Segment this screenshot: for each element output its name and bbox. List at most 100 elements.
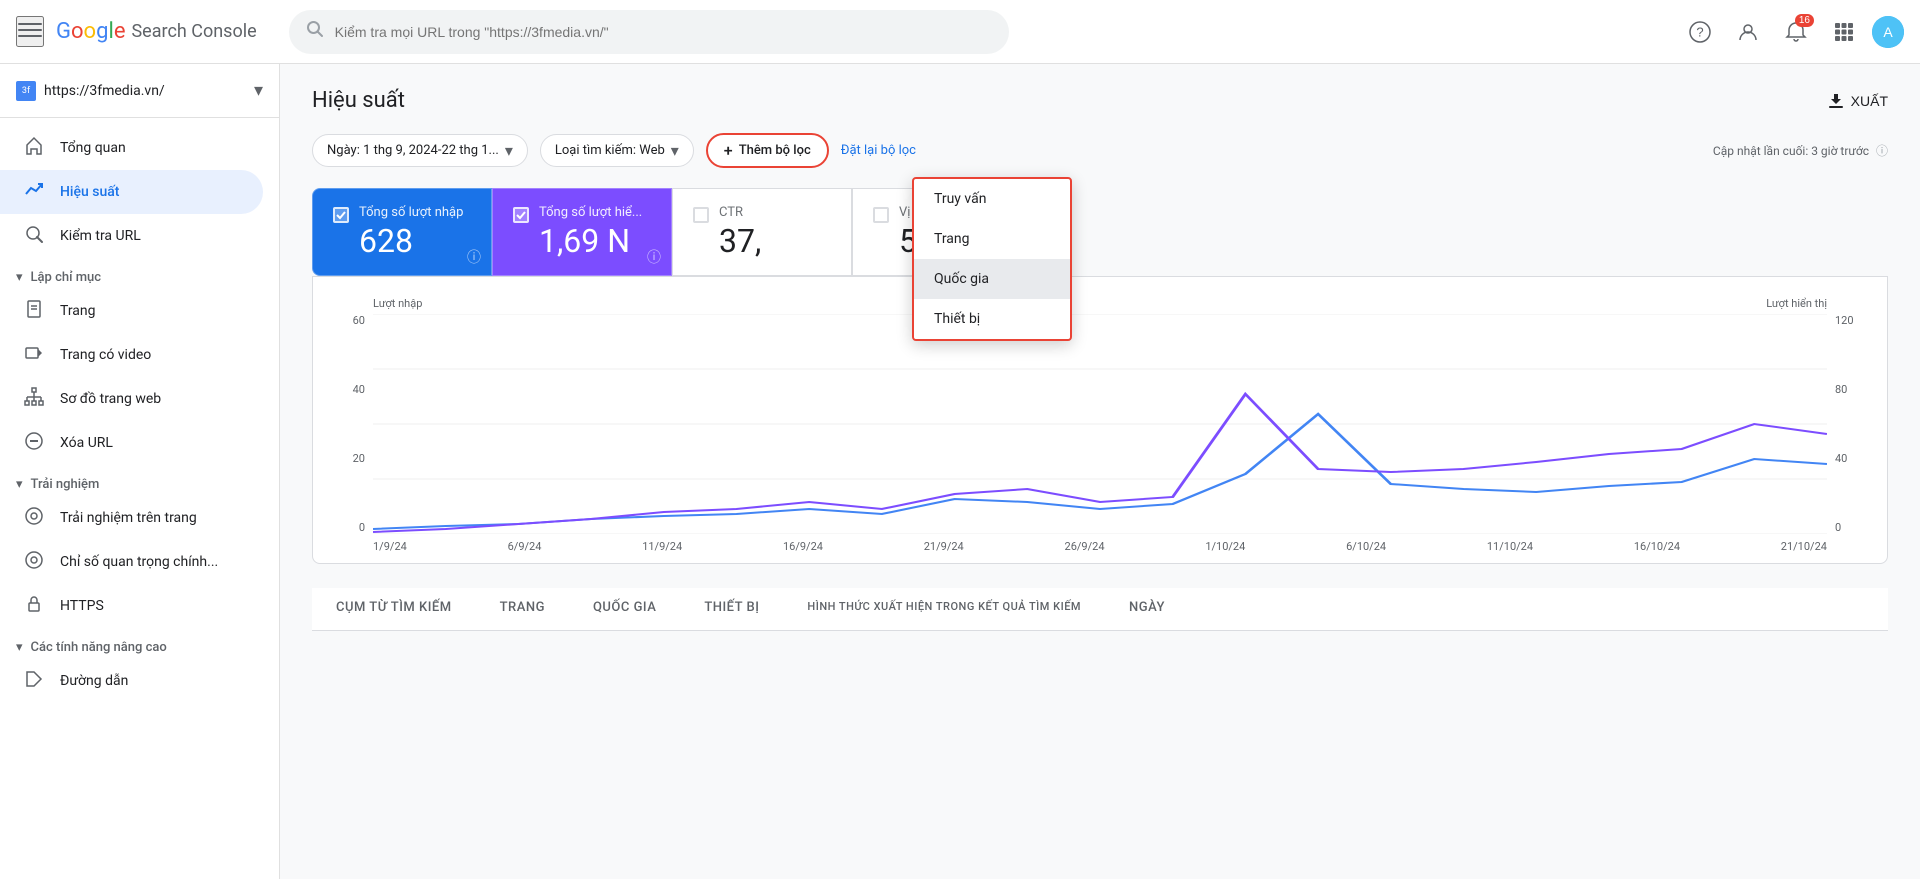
sidebar-item-xoa-url[interactable]: Xóa URL [0,421,263,465]
tab-hinh-thuc[interactable]: HÌNH THỨC XUẤT HIỆN TRONG KẾT QUẢ TÌM KI… [783,588,1105,630]
x-axis: 1/9/24 6/9/24 11/9/24 16/9/24 21/9/24 26… [333,534,1867,553]
apps-button[interactable] [1824,12,1864,52]
sidebar-item-hieu-suat[interactable]: Hiệu suất [0,170,263,214]
clicks-content: Tổng số lượt nhập 628 [359,205,471,259]
filter-option-quoc-gia[interactable]: Quốc gia [914,259,1070,299]
sidebar-item-trang-co-video[interactable]: Trang có video [0,333,263,377]
filter-option-truy-van[interactable]: Truy vấn [914,179,1070,219]
position-checkbox[interactable] [873,207,889,223]
search-type-arrow: ▾ [671,141,679,160]
filters-row: Ngày: 1 thg 9, 2024-22 thg 1... ▾ Loại t… [312,133,1888,168]
https-label: HTTPS [60,598,104,614]
date-filter-label: Ngày: 1 thg 9, 2024-22 thg 1... [327,143,499,158]
page-title: Hiệu suất [312,88,405,113]
page-icon [24,299,44,323]
sitemap-icon [24,387,44,411]
menu-icon[interactable] [16,16,44,47]
search-bar[interactable] [289,10,1009,54]
tab-trang[interactable]: TRANG [476,588,569,630]
y-axis-right: 120 80 40 0 [1827,314,1867,534]
section-lap-chi-muc[interactable]: ▾ Lập chỉ mục [0,262,279,289]
impressions-label: Tổng số lượt hiể... [539,205,651,220]
trang-label: Trang [60,303,96,319]
section-chevron-icon3: ▾ [16,640,23,655]
sidebar-item-trang[interactable]: Trang [0,289,263,333]
xoa-url-label: Xóa URL [60,435,113,451]
layout: 3f https://3fmedia.vn/ ▾ Tổng quan Hiệu … [0,64,1920,879]
sidebar-item-kiem-tra-url[interactable]: Kiểm tra URL [0,214,263,258]
home-icon [24,136,44,160]
section-chevron-icon2: ▾ [16,477,23,492]
logo: Google Search Console [56,19,257,44]
section-label2: Trải nghiệm [31,477,100,492]
add-filter-button[interactable]: + Thêm bộ lọc [706,133,829,168]
sidebar-item-chi-so[interactable]: Chỉ số quan trọng chính... [0,540,263,584]
breadcrumb-nav-icon [24,669,44,693]
sidebar-item-trai-nghiem[interactable]: Trải nghiệm trên trang [0,496,263,540]
site-selector[interactable]: 3f https://3fmedia.vn/ ▾ [0,72,279,118]
trang-co-video-label: Trang có video [60,347,151,363]
filter-option-thiet-bi[interactable]: Thiết bị [914,299,1070,339]
ctr-checkbox[interactable] [693,207,709,223]
search-input[interactable] [335,24,993,40]
line-chart [373,314,1827,534]
reset-filter-link[interactable]: Đặt lại bộ lọc [841,143,916,158]
clicks-checkbox[interactable] [333,207,349,223]
last-updated-label: Cập nhật lần cuối: 3 giờ trước ⓘ [1713,142,1888,159]
account-button[interactable] [1728,12,1768,52]
https-icon [24,594,44,618]
clicks-label: Tổng số lượt nhập [359,205,471,220]
experience-icon [24,506,44,530]
sidebar-item-duong-dan[interactable]: Đường dẫn [0,659,263,703]
tong-quan-label: Tổng quan [60,140,126,156]
notifications-button[interactable]: 16 [1776,12,1816,52]
export-label: XUẤT [1851,93,1888,109]
google-wordmark: Google [56,19,125,44]
notification-badge: 16 [1795,14,1814,27]
section-trai-nghiem[interactable]: ▾ Trải nghiệm [0,469,279,496]
remove-url-icon [24,431,44,455]
svg-text:A: A [1883,24,1893,40]
y-left-title: Lượt nhập [333,297,422,310]
main-content: Hiệu suất XUẤT Ngày: 1 thg 9, 2024-22 th… [280,64,1920,879]
site-dropdown-arrow: ▾ [254,80,263,101]
clicks-value: 628 [359,224,471,259]
tab-quoc-gia[interactable]: QUỐC GIA [569,588,680,630]
tab-ngay[interactable]: NGÀY [1105,588,1189,630]
sidebar-item-https[interactable]: HTTPS [0,584,263,628]
clicks-info-icon[interactable]: ⓘ [467,247,481,267]
filter-dropdown-menu: Truy vấn Trang Quốc gia Thiết bị [912,177,1072,341]
search-icon [305,19,325,44]
impressions-checkbox[interactable] [513,207,529,223]
chart-container: Lượt nhập Lượt hiển thị 60 40 20 0 [312,276,1888,564]
kiem-tra-url-label: Kiểm tra URL [60,228,141,244]
search-type-label: Loại tìm kiếm: Web [555,143,665,158]
tab-cum-tu[interactable]: CỤM TỪ TÌM KIẾM [312,588,476,630]
so-do-label: Sơ đồ trang web [60,391,161,407]
sidebar-item-so-do-trang-web[interactable]: Sơ đồ trang web [0,377,263,421]
metric-card-ctr: CTR 37, [672,188,852,276]
metric-card-impressions: Tổng số lượt hiể... 1,69 N ⓘ [492,188,672,276]
impressions-content: Tổng số lượt hiể... 1,69 N [539,205,651,259]
metric-card-clicks: Tổng số lượt nhập 628 ⓘ [312,188,492,276]
y-right-title: Lượt hiển thị [1766,297,1867,310]
sidebar: 3f https://3fmedia.vn/ ▾ Tổng quan Hiệu … [0,64,280,879]
filter-option-trang[interactable]: Trang [914,219,1070,259]
search-type-chip[interactable]: Loại tìm kiếm: Web ▾ [540,134,694,167]
ctr-content: CTR 37, [719,205,831,259]
tab-thiet-bi[interactable]: THIẾT BỊ [680,588,783,630]
help-button[interactable]: ? [1680,12,1720,52]
site-icon: 3f [16,81,36,101]
y-axis-left: 60 40 20 0 [333,314,373,534]
trai-nghiem-label: Trải nghiệm trên trang [60,510,197,526]
section-chevron-icon: ▾ [16,270,23,285]
export-button[interactable]: XUẤT [1827,92,1888,110]
date-filter-chip[interactable]: Ngày: 1 thg 9, 2024-22 thg 1... ▾ [312,134,528,167]
metrics-icon [24,550,44,574]
ctr-label: CTR [719,205,831,220]
impressions-info-icon[interactable]: ⓘ [647,247,661,267]
avatar[interactable]: A [1872,16,1904,48]
sidebar-item-tong-quan[interactable]: Tổng quan [0,126,263,170]
section-tinh-nang[interactable]: ▾ Các tính năng nâng cao [0,632,279,659]
ctr-value: 37, [719,224,831,259]
